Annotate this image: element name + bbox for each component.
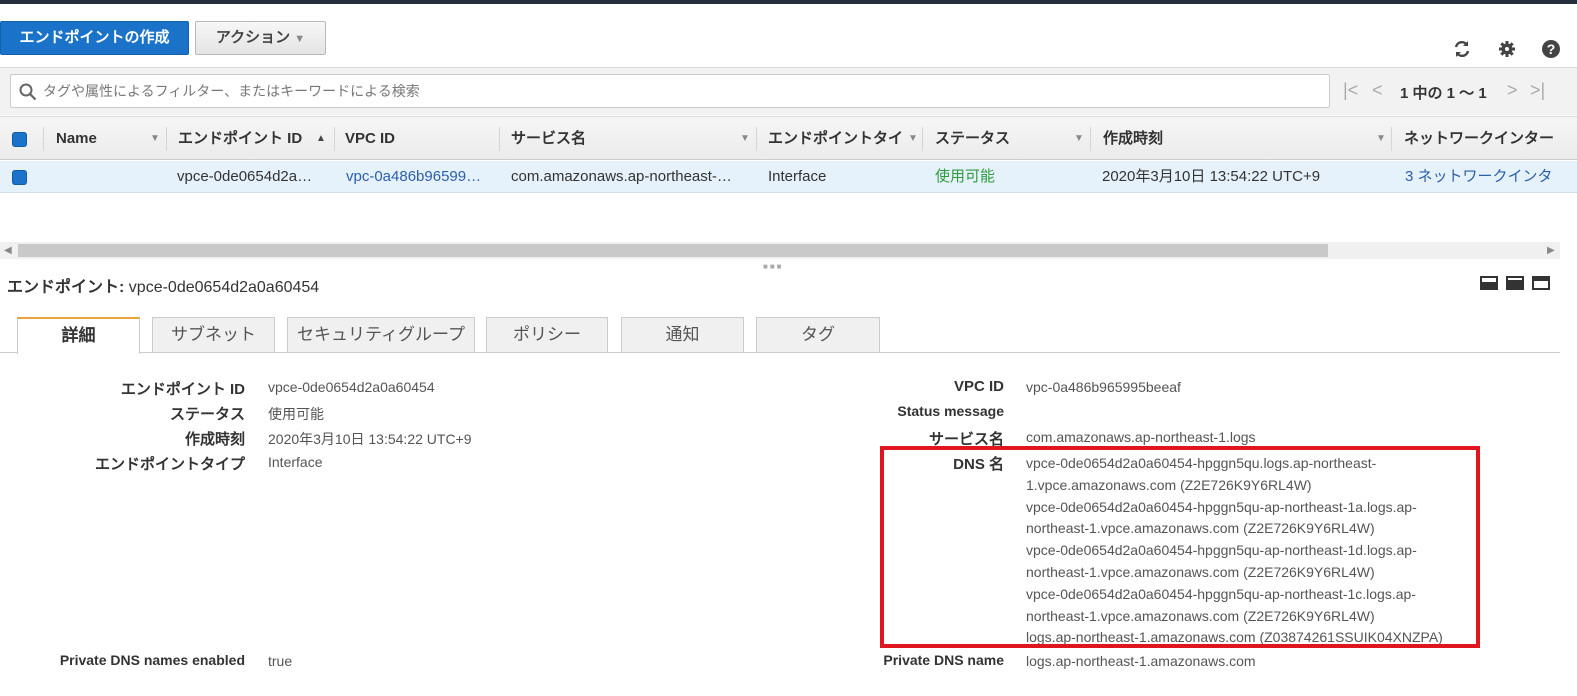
gear-icon[interactable] (1496, 38, 1518, 60)
column-header-vpc-id[interactable]: VPC ID (345, 117, 395, 161)
column-header-endpoint-id[interactable]: エンドポイント ID (178, 117, 302, 161)
actions-dropdown-button[interactable]: アクション ▼ (195, 21, 326, 55)
scroll-left-icon[interactable]: ◀ (4, 242, 12, 259)
detail-title-value: vpce-0de0654d2a0a60454 (128, 279, 320, 296)
cell-type: Interface (768, 168, 827, 185)
tab-security-groups[interactable]: セキュリティグループ (287, 317, 475, 352)
layout-top-icon[interactable] (1532, 276, 1550, 290)
label-private-dns-name: Private DNS name (883, 652, 1004, 668)
search-input[interactable] (43, 80, 1313, 102)
value-status: 使用可能 (268, 406, 324, 422)
scrollbar-thumb[interactable] (18, 244, 1328, 257)
detail-title: エンドポイント: vpce-0de0654d2a0a60454 (7, 273, 319, 297)
value-vpc-id-link[interactable]: vpc-0a486b965995beeaf (1026, 379, 1181, 395)
sort-icon[interactable]: ▼ (908, 117, 918, 160)
search-box[interactable] (10, 74, 1330, 108)
layout-half-icon[interactable] (1506, 276, 1524, 290)
tabs-divider (0, 352, 1560, 353)
cell-endpoint-id: vpce-0de0654d2a… (177, 168, 313, 185)
tab-details[interactable]: 詳細 (17, 317, 140, 354)
tab-tags[interactable]: タグ (756, 317, 880, 352)
prev-page-icon[interactable]: < (1372, 80, 1383, 101)
cell-status: 使用可能 (935, 168, 996, 185)
pagination-text: 1 中の 1 ～ 1 (1400, 85, 1487, 102)
cell-created: 2020年3月10日 13:54:22 UTC+9 (1102, 168, 1321, 185)
next-page-icon[interactable]: > (1507, 80, 1518, 101)
cell-network-link[interactable]: 3 ネットワークインタ (1405, 161, 1565, 193)
value-created: 2020年3月10日 13:54:22 UTC+9 (268, 431, 472, 447)
cell-service: com.amazonaws.ap-northeast-… (511, 168, 732, 185)
select-all-checkbox[interactable] (12, 132, 27, 147)
value-endpoint-type: Interface (268, 454, 323, 470)
column-header-network[interactable]: ネットワークインター (1404, 117, 1564, 161)
column-header-status[interactable]: ステータス (935, 117, 1010, 161)
label-endpoint-type: エンドポイントタイプ (94, 456, 245, 473)
svg-text:?: ? (1547, 41, 1556, 57)
search-icon (19, 83, 37, 101)
label-private-dns-enabled: Private DNS names enabled (59, 652, 245, 668)
value-endpoint-id: vpce-0de0654d2a0a60454 (268, 379, 435, 395)
last-page-icon[interactable]: >| (1530, 80, 1545, 101)
column-header-created[interactable]: 作成時刻 (1103, 117, 1163, 161)
label-status-message: Status message (897, 403, 1004, 419)
column-header-name[interactable]: Name (56, 117, 97, 161)
label-created: 作成時刻 (184, 431, 245, 448)
create-endpoint-button[interactable]: エンドポイントの作成 (0, 21, 189, 55)
resize-handle[interactable]: ■■■ (763, 262, 784, 271)
row-checkbox[interactable] (12, 170, 27, 185)
tab-subnets[interactable]: サブネット (152, 317, 275, 352)
chevron-down-icon: ▼ (294, 33, 306, 45)
sort-icon[interactable]: ▼ (1376, 117, 1386, 160)
horizontal-scrollbar[interactable]: ◀ (0, 242, 1560, 259)
sort-icon[interactable]: ▼ (150, 117, 160, 160)
table-row[interactable]: vpce-0de0654d2a… vpc-0a486b96599… com.am… (0, 161, 1577, 193)
value-service-name: com.amazonaws.ap-northeast-1.logs (1026, 429, 1256, 445)
value-private-dns-enabled: true (268, 653, 293, 669)
value-private-dns-name: logs.ap-northeast-1.amazonaws.com (1026, 653, 1256, 669)
highlight-box (880, 446, 1480, 648)
column-header-service[interactable]: サービス名 (511, 117, 586, 161)
label-vpc-id: VPC ID (953, 378, 1004, 395)
label-status: ステータス (169, 406, 245, 423)
top-nav-bar (0, 0, 1577, 4)
sort-icon[interactable]: ▼ (1074, 117, 1084, 160)
actions-label: アクション (215, 29, 291, 46)
tab-notifications[interactable]: 通知 (621, 317, 744, 352)
tab-policy[interactable]: ポリシー (486, 317, 608, 352)
help-icon[interactable]: ? (1540, 38, 1562, 60)
sort-icon[interactable]: ▼ (740, 117, 750, 160)
refresh-icon[interactable] (1451, 38, 1473, 60)
cell-vpc-id-link[interactable]: vpc-0a486b96599… (346, 161, 481, 193)
first-page-icon[interactable]: |< (1343, 80, 1358, 101)
label-endpoint-id: エンドポイント ID (120, 381, 245, 398)
column-header-endpoint-type[interactable]: エンドポイントタイ (768, 117, 908, 161)
scroll-right-icon[interactable]: ▶ (1547, 242, 1555, 259)
layout-bottom-icon[interactable] (1480, 276, 1498, 290)
detail-title-label: エンドポイント: (7, 279, 125, 296)
sort-asc-icon[interactable]: ▲ (316, 117, 326, 160)
table-header: Name ▼ エンドポイント ID ▲ VPC ID サービス名 ▼ エンドポイ… (0, 116, 1577, 160)
